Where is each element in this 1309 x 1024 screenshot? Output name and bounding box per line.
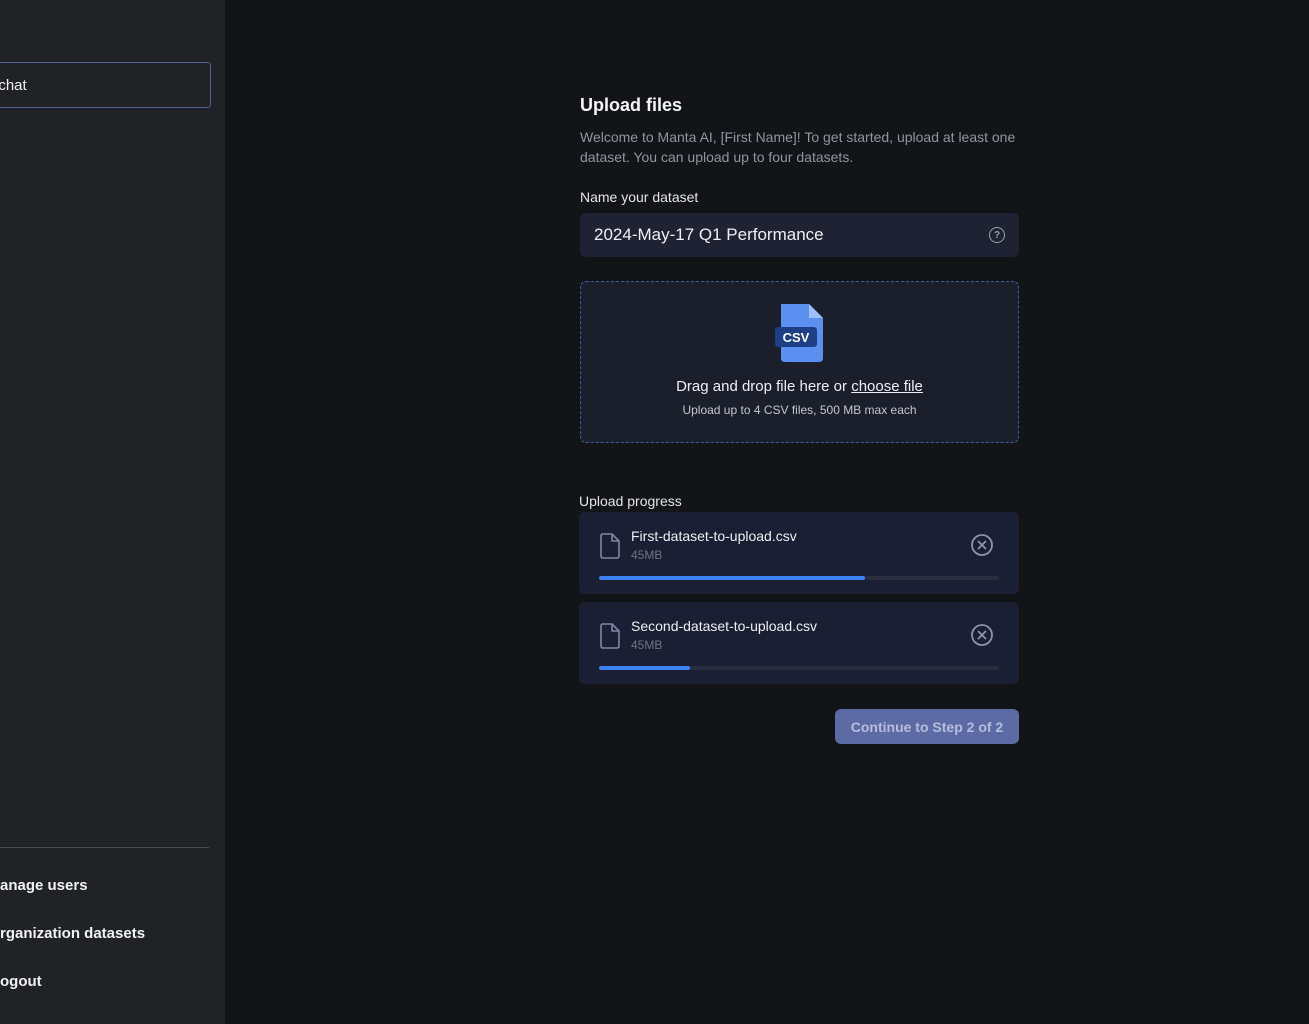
file-name: Second-dataset-to-upload.csv: [631, 618, 817, 634]
dataset-name-field-wrapper: ?: [580, 213, 1019, 257]
sidebar: ew chat anage users rganization datasets…: [0, 0, 225, 1024]
help-icon[interactable]: ?: [989, 227, 1005, 243]
progress-bar: [599, 666, 999, 670]
dataset-name-field[interactable]: [594, 225, 989, 245]
sidebar-divider: [0, 847, 209, 848]
sidebar-item-manage-users[interactable]: anage users: [0, 877, 88, 894]
choose-file-link[interactable]: choose file: [851, 378, 923, 395]
csv-file-icon: CSV: [775, 304, 823, 362]
file-size: 45MB: [631, 638, 663, 652]
progress-bar-fill: [599, 576, 865, 580]
new-chat-button[interactable]: ew chat: [0, 62, 211, 108]
dropzone-text: Drag and drop file here or choose file: [581, 378, 1018, 395]
sidebar-item-organization-datasets[interactable]: rganization datasets: [0, 925, 145, 942]
sidebar-item-label: rganization datasets: [0, 925, 146, 942]
sidebar-item-logout[interactable]: ogout: [0, 973, 42, 990]
document-icon: [600, 623, 620, 649]
dataset-name-label: Name your dataset: [580, 189, 699, 205]
file-dropzone[interactable]: CSV Drag and drop file here or choose fi…: [580, 281, 1019, 443]
page-title: Upload files: [580, 95, 683, 115]
sidebar-item-label: anage users: [0, 877, 88, 894]
remove-file-icon[interactable]: [970, 533, 994, 557]
remove-file-icon[interactable]: [970, 623, 994, 647]
progress-bar-fill: [599, 666, 691, 670]
document-icon: [600, 533, 620, 559]
upload-file-card: Second-dataset-to-upload.csv 45MB: [579, 602, 1019, 684]
continue-button[interactable]: Continue to Step 2 of 2: [835, 709, 1019, 744]
csv-icon-label: CSV: [783, 330, 810, 345]
dropzone-hint: Upload up to 4 CSV files, 500 MB max eac…: [682, 403, 917, 417]
upload-progress-label: Upload progress: [579, 493, 682, 509]
page-subtitle: Welcome to Manta AI, [First Name]! To ge…: [580, 129, 1016, 165]
new-chat-label: ew chat: [0, 76, 27, 94]
dropzone-instruction: Drag and drop file here or: [676, 378, 852, 395]
sidebar-item-label: ogout: [0, 973, 42, 990]
upload-file-card: First-dataset-to-upload.csv 45MB: [579, 512, 1019, 594]
progress-bar: [599, 576, 999, 580]
file-size: 45MB: [631, 548, 663, 562]
file-name: First-dataset-to-upload.csv: [631, 528, 797, 544]
